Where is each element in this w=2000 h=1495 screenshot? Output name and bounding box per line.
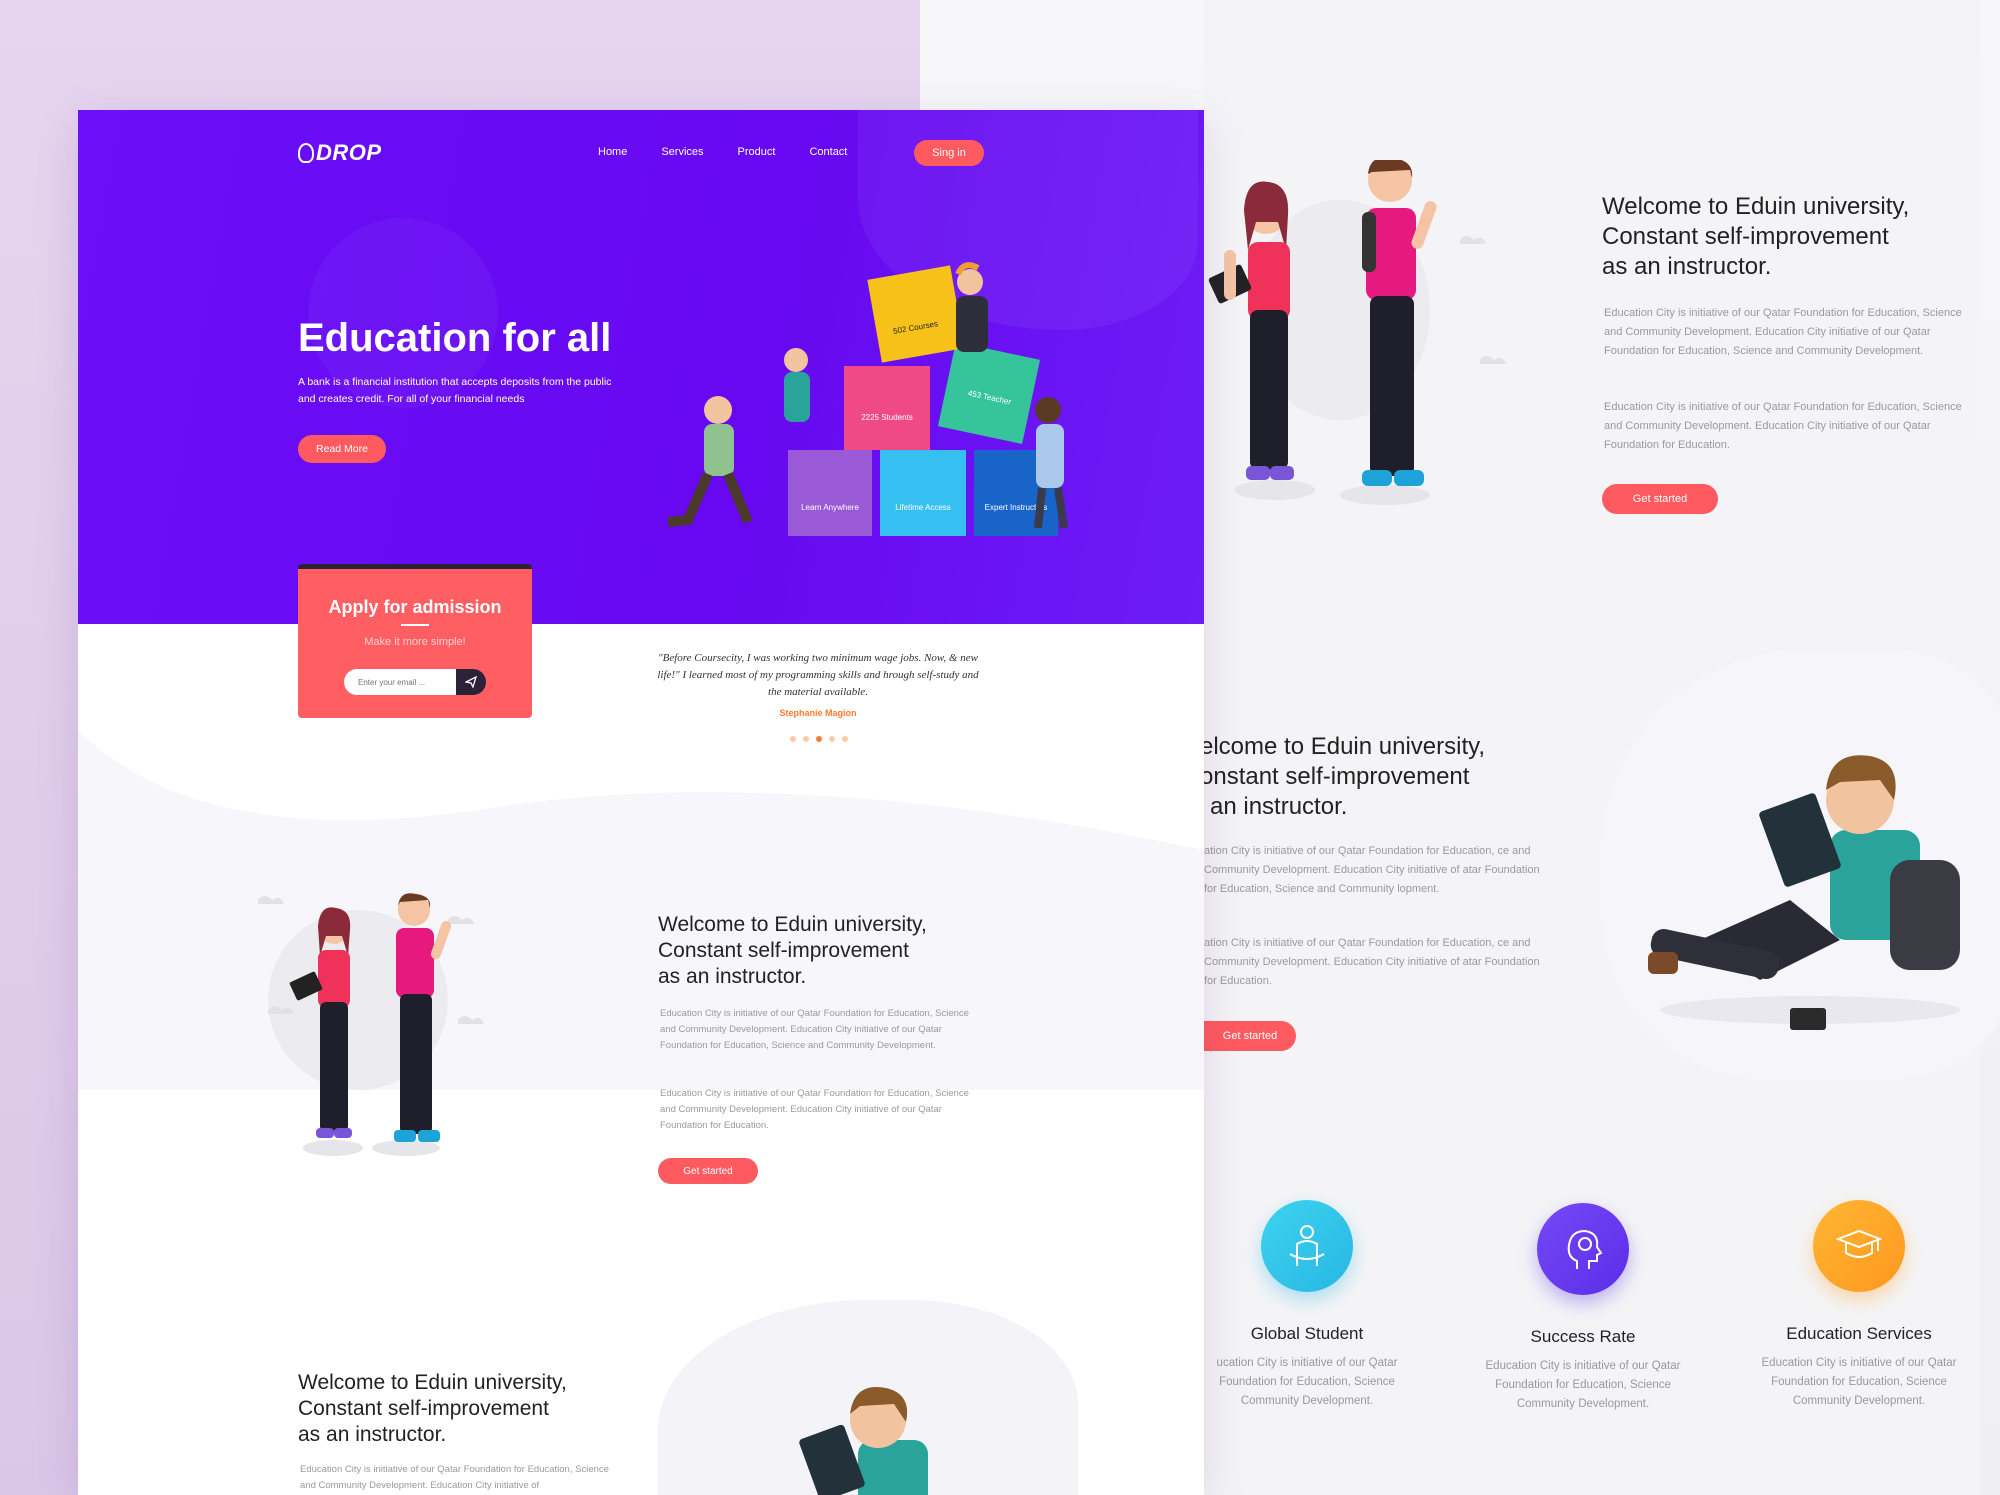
hero-section: DROP Home Services Product Contact Sing … [78, 110, 1204, 624]
nav-product[interactable]: Product [738, 146, 776, 158]
admission-title: Apply for admission [328, 597, 502, 617]
logo-text: DROP [316, 140, 382, 165]
send-button[interactable] [456, 669, 486, 695]
section-para1: Education City is initiative of our Qata… [660, 1008, 969, 1051]
admission-card: Apply for admission Make it more simple! [298, 564, 532, 718]
section-para2: Education City is initiative of our Qata… [660, 1088, 969, 1131]
logo[interactable]: DROP [298, 140, 382, 166]
right-section2-title: elcome to Eduin university, onstant self… [1200, 733, 1486, 820]
carousel-dot[interactable] [790, 736, 796, 742]
admission-form [344, 669, 486, 695]
students-illustration [258, 893, 484, 1156]
block-learn-label: Learn Anywhere [801, 503, 859, 512]
email-input[interactable] [344, 669, 456, 695]
nav-services[interactable]: Services [661, 146, 703, 158]
divider [401, 624, 429, 626]
right-section2-para2: ation City is initiative of our Qatar Fo… [1204, 937, 1540, 987]
admission-subtitle: Make it more simple! [364, 636, 466, 648]
reading-student-illustration [799, 1387, 928, 1495]
send-icon [465, 676, 477, 688]
student-icon [1261, 1200, 1353, 1292]
carousel-dot[interactable] [829, 736, 835, 742]
right-section1-para1: Education City is initiative of our Qata… [1604, 307, 1962, 357]
nav-contact[interactable]: Contact [809, 146, 847, 158]
testimonial-author: Stephanie Magion [779, 708, 857, 718]
feature-desc: Education City is initiative of our Qata… [1761, 1357, 1957, 1407]
read-more-button[interactable]: Read More [298, 435, 386, 463]
carousel-dot-active[interactable] [816, 736, 822, 742]
right-section1-para2: Education City is initiative of our Qata… [1604, 401, 1962, 451]
feature-global-student: Global Student ucation City is initiativ… [1192, 1200, 1422, 1411]
reading-student-illustration [1648, 755, 1960, 1030]
lightbulb-head-icon [1537, 1203, 1629, 1295]
feature-name: Education Services [1786, 1324, 1932, 1343]
carousel-dot[interactable] [842, 736, 848, 742]
testimonial-quote: "Before Coursecity, I was working two mi… [657, 652, 979, 698]
feature-desc: ucation City is initiative of our Qatar … [1216, 1357, 1398, 1407]
feature-education-services: Education Services Education City is ini… [1744, 1200, 1974, 1411]
section-title: Welcome to Eduin university, Constant se… [658, 913, 927, 988]
nav-home[interactable]: Home [598, 146, 627, 158]
get-started-button[interactable]: Get started [658, 1158, 758, 1184]
carousel-dot[interactable] [803, 736, 809, 742]
hero-description: A bank is a financial institution that a… [298, 376, 612, 405]
right-section1-title: Welcome to Eduin university, Constant se… [1602, 193, 1910, 280]
right-get-started-button[interactable]: Get started [1602, 484, 1718, 514]
block-lifetime-label: Lifetime Access [895, 503, 951, 512]
landing-page: DROP Home Services Product Contact Sing … [78, 110, 1204, 1495]
block-students-label: 2225 Students [861, 413, 913, 422]
hero-title: Education for all [298, 316, 612, 360]
drop-logo-icon [298, 143, 314, 163]
carousel-dots [790, 736, 848, 742]
hero-illustration: Learn Anywhere Lifetime Access Expert In… [667, 262, 1068, 536]
feature-success-rate: Success Rate Education City is initiativ… [1468, 1203, 1698, 1414]
students-illustration [1208, 160, 1506, 505]
right-section2-get-started-button[interactable]: Get started [1204, 1021, 1296, 1051]
feature-name: Global Student [1250, 1324, 1364, 1343]
feature-name: Success Rate [1530, 1327, 1636, 1346]
right-section2-para1: ation City is initiative of our Qatar Fo… [1204, 845, 1540, 895]
bottom-section-title: Welcome to Eduin university, Constant se… [298, 1371, 567, 1446]
bottom-section-para: Education City is initiative of our Qata… [300, 1464, 609, 1491]
main-nav: Home Services Product Contact [598, 146, 847, 158]
feature-desc: Education City is initiative of our Qata… [1485, 1360, 1681, 1410]
signin-button[interactable]: Sing in [914, 140, 984, 166]
graduation-cap-icon [1813, 1200, 1905, 1292]
